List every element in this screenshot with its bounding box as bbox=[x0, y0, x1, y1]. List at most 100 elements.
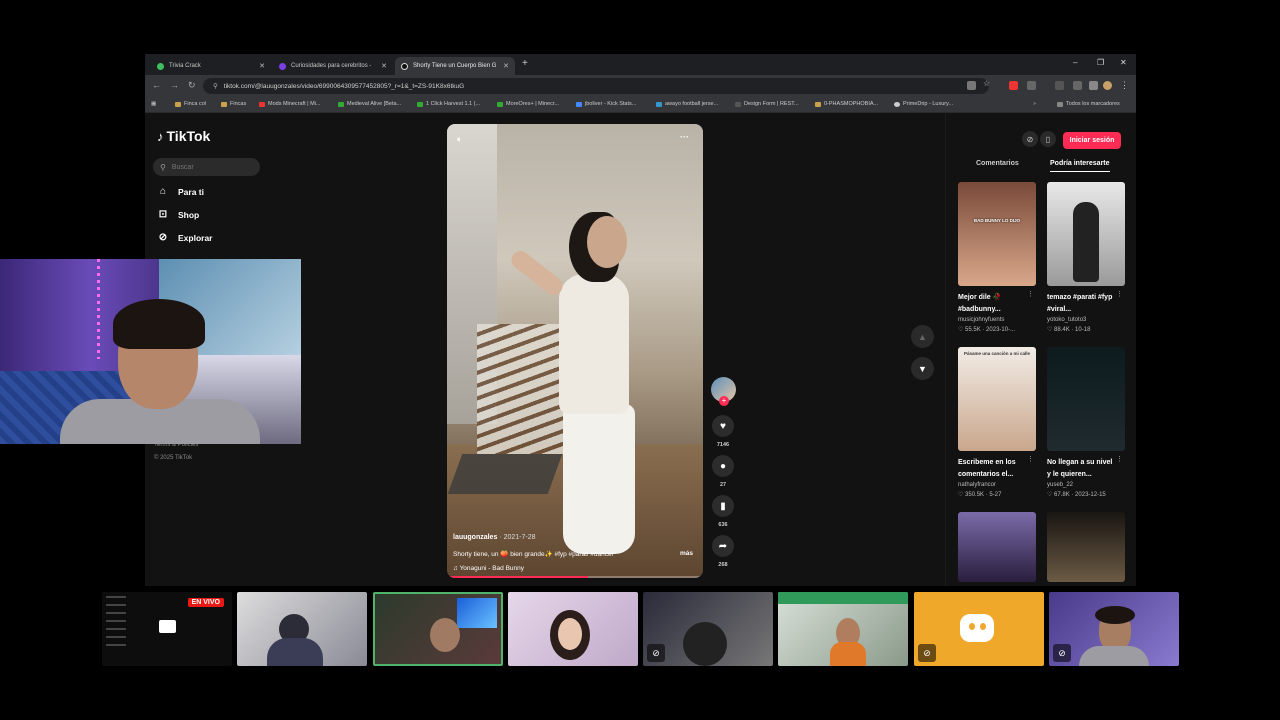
extension-icon[interactable] bbox=[1009, 81, 1018, 90]
extension-icon[interactable] bbox=[1027, 81, 1036, 90]
video-thumbnail[interactable] bbox=[1047, 512, 1125, 582]
bookmark-star-icon[interactable]: ☆ bbox=[983, 79, 992, 88]
compass-icon[interactable]: ⊘ bbox=[1022, 131, 1038, 147]
save-action[interactable]: ▮ 636 bbox=[711, 495, 735, 528]
site-info-icon[interactable]: ⚲ bbox=[213, 82, 218, 90]
suggested-video-card[interactable]: BAD BUNNY LO DIJO Mejor dile 🥀 #badbunny… bbox=[958, 182, 1036, 333]
heart-icon[interactable]: ♥ bbox=[712, 415, 734, 437]
search-input[interactable]: ⚲ Buscar bbox=[153, 158, 260, 176]
author-name[interactable]: lauugonzales bbox=[453, 534, 497, 541]
video-info: lauugonzales · 2021-7-28 Shorty tiene, u… bbox=[453, 534, 697, 572]
card-more-icon[interactable]: ⋮ bbox=[1116, 455, 1123, 463]
nav-para-ti[interactable]: ⌂ Para ti bbox=[157, 186, 204, 197]
more-options-icon[interactable]: ··· bbox=[680, 132, 689, 142]
all-bookmarks-folder[interactable]: Todos los marcadores bbox=[1057, 101, 1120, 107]
video-progress[interactable] bbox=[447, 576, 703, 578]
suggested-video-card[interactable] bbox=[1047, 512, 1125, 582]
bookmark-item[interactable]: Medieval Alive [Beta... bbox=[338, 101, 401, 107]
nav-shop[interactable]: ⊡ Shop bbox=[157, 209, 199, 220]
tab-label: Curiosidades para cerebritos - bbox=[291, 63, 372, 69]
back-icon[interactable]: ← bbox=[152, 80, 161, 90]
comment-icon[interactable]: ● bbox=[712, 455, 734, 477]
tab-comentarios[interactable]: Comentarios bbox=[976, 160, 1019, 167]
shop-bag-icon: ⊡ bbox=[158, 209, 168, 220]
nav-explorar[interactable]: ⊘ Explorar bbox=[157, 232, 213, 243]
participant-tile[interactable] bbox=[778, 592, 908, 666]
device-icon[interactable]: ▯ bbox=[1040, 131, 1056, 147]
tab-podria-interesarte[interactable]: Podría interesarte bbox=[1050, 160, 1110, 172]
url-input[interactable]: ⚲ tiktok.com/@lauugonzales/video/6990064… bbox=[203, 78, 989, 94]
next-video-button[interactable]: ▼ bbox=[911, 357, 934, 380]
bookmark-item[interactable]: Finca col bbox=[175, 101, 206, 107]
compass-icon: ⊘ bbox=[158, 232, 168, 243]
bookmark-item[interactable]: 1 Click Harvest 1.1 (... bbox=[417, 101, 480, 107]
previous-video-button[interactable]: ▲ bbox=[911, 325, 934, 348]
participant-tile[interactable]: ⊘ bbox=[643, 592, 773, 666]
card-more-icon[interactable]: ⋮ bbox=[1116, 290, 1123, 298]
bookmark-icon[interactable]: ▮ bbox=[712, 495, 734, 517]
follow-plus-icon[interactable]: + bbox=[719, 396, 729, 406]
tab-curiosidades[interactable]: Curiosidades para cerebritos - ✕ bbox=[273, 57, 393, 75]
apps-icon[interactable]: ▦ bbox=[151, 101, 156, 107]
new-tab-button[interactable]: + bbox=[522, 58, 528, 69]
search-icon: ⚲ bbox=[160, 162, 166, 172]
suggested-video-card[interactable]: Pásame una canción a mi calle Escribeme … bbox=[958, 347, 1036, 498]
extension-icon[interactable] bbox=[1073, 81, 1082, 90]
install-app-icon[interactable] bbox=[967, 81, 976, 90]
extension-icon[interactable] bbox=[1055, 81, 1064, 90]
card-more-icon[interactable]: ⋮ bbox=[1027, 290, 1034, 298]
video-thumbnail[interactable] bbox=[1047, 347, 1125, 451]
menu-kebab-icon[interactable]: ⋮ bbox=[1120, 80, 1129, 91]
close-icon[interactable]: ✕ bbox=[255, 62, 265, 70]
participant-tile[interactable]: ⊘ bbox=[1049, 592, 1179, 666]
led-strip bbox=[97, 259, 100, 359]
like-action[interactable]: ♥ 7146 bbox=[711, 415, 735, 448]
minimize-icon[interactable]: – bbox=[1073, 58, 1077, 67]
share-action[interactable]: ➦ 268 bbox=[711, 535, 735, 568]
video-player[interactable]: 🔈︎ ··· lauugonzales · 2021-7-28 Shorty t… bbox=[447, 124, 703, 578]
creator-avatar[interactable]: + bbox=[711, 377, 736, 406]
close-window-icon[interactable]: ✕ bbox=[1120, 58, 1127, 67]
logo-text: TikTok bbox=[166, 128, 211, 144]
forward-icon[interactable]: → bbox=[170, 80, 179, 90]
video-thumbnail[interactable] bbox=[958, 512, 1036, 582]
share-arrow-icon[interactable]: ➦ bbox=[712, 535, 734, 557]
bookmark-item[interactable]: PrimeDrip - Luxury... bbox=[894, 101, 953, 107]
card-more-icon[interactable]: ⋮ bbox=[1027, 455, 1034, 463]
suggested-video-card[interactable]: temazo #parati #fyp #viral... ⋮ yotoko_t… bbox=[1047, 182, 1125, 333]
video-thumbnail[interactable]: Pásame una canción a mi calle bbox=[958, 347, 1036, 451]
close-icon[interactable]: ✕ bbox=[377, 62, 387, 70]
participant-tile[interactable] bbox=[508, 592, 638, 666]
more-button[interactable]: más bbox=[680, 550, 693, 557]
nav-label: Para ti bbox=[178, 186, 204, 197]
restore-icon[interactable]: ❐ bbox=[1097, 58, 1104, 67]
video-song[interactable]: ♫ Yonaguni - Bad Bunny bbox=[453, 565, 697, 572]
bookmark-item[interactable]: Fincas bbox=[221, 101, 246, 107]
extension-icon[interactable] bbox=[1089, 81, 1098, 90]
suggested-video-card[interactable] bbox=[958, 512, 1036, 582]
bookmark-item[interactable]: Design Form | REST... bbox=[735, 101, 799, 107]
bookmark-item[interactable]: 0-PHASMOPHOBIA... bbox=[815, 101, 878, 107]
bookmark-item[interactable]: MoreOres+ | Minecr... bbox=[497, 101, 559, 107]
login-button[interactable]: Iniciar sesión bbox=[1063, 132, 1121, 149]
tab-tiktok-video[interactable]: Shorty Tiene un Cuerpo Bien G ✕ bbox=[395, 57, 515, 75]
video-thumbnail[interactable]: BAD BUNNY LO DIJO bbox=[958, 182, 1036, 286]
comment-action[interactable]: ● 27 bbox=[711, 455, 735, 488]
participant-tile-selected[interactable] bbox=[373, 592, 503, 666]
video-thumbnail[interactable] bbox=[1047, 182, 1125, 286]
bookmark-item[interactable]: awayo football jerse... bbox=[656, 101, 718, 107]
participant-tile-avatar[interactable]: ⊘ bbox=[914, 592, 1044, 666]
more-bookmarks-icon[interactable]: » bbox=[1033, 101, 1036, 107]
bookmark-item[interactable]: Mods Minecraft | Mi... bbox=[259, 101, 320, 107]
suggested-video-card[interactable]: No llegan a su nivel y le quieren... ⋮ y… bbox=[1047, 347, 1125, 498]
tab-trivia-crack[interactable]: Trivia Crack ✕ bbox=[151, 57, 271, 75]
tiktok-logo[interactable]: ♪ TikTok bbox=[157, 128, 210, 144]
participant-tile-screenshare[interactable]: EN VIVO bbox=[102, 592, 232, 666]
close-icon[interactable]: ✕ bbox=[499, 62, 509, 70]
profile-avatar[interactable] bbox=[1103, 81, 1112, 90]
bookmark-item[interactable]: jboliver - Kick Stats... bbox=[576, 101, 636, 107]
participant-tile[interactable] bbox=[237, 592, 367, 666]
volume-icon[interactable]: 🔈︎ bbox=[457, 134, 462, 145]
video-author[interactable]: lauugonzales · 2021-7-28 bbox=[453, 534, 697, 541]
reload-icon[interactable]: ↻ bbox=[188, 80, 196, 91]
